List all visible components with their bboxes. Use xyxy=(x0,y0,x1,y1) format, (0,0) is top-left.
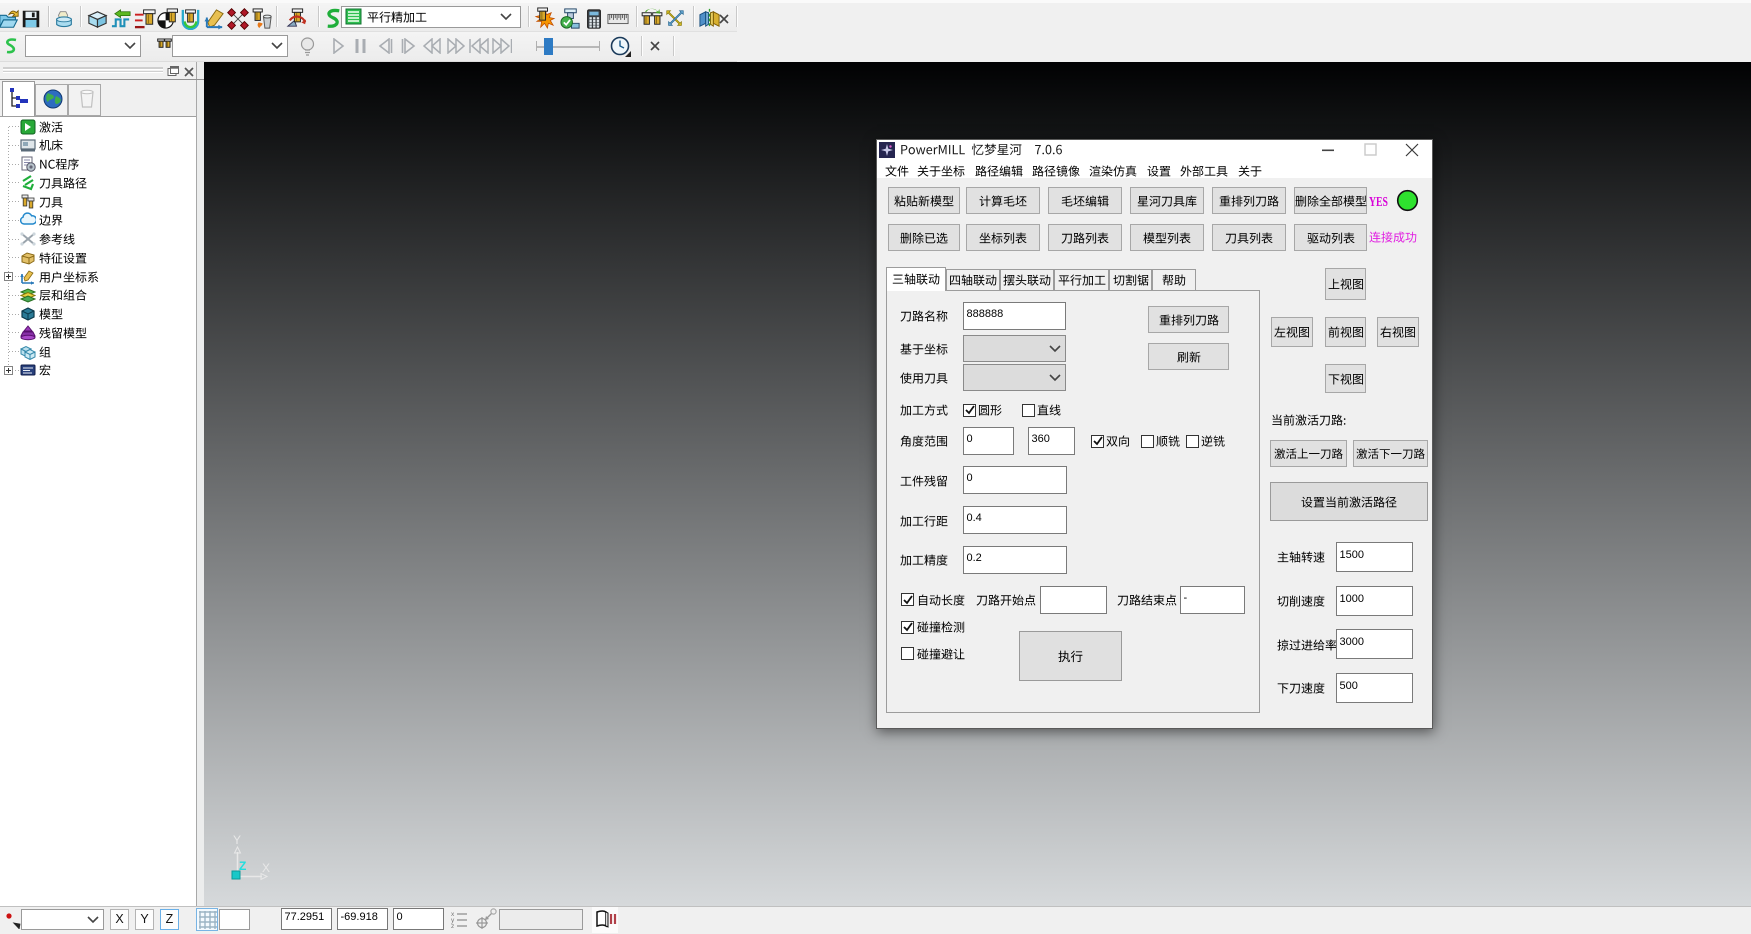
svg-text:X: X xyxy=(262,861,270,875)
svg-text:Y: Y xyxy=(233,833,241,847)
svg-text:z: z xyxy=(451,923,454,929)
